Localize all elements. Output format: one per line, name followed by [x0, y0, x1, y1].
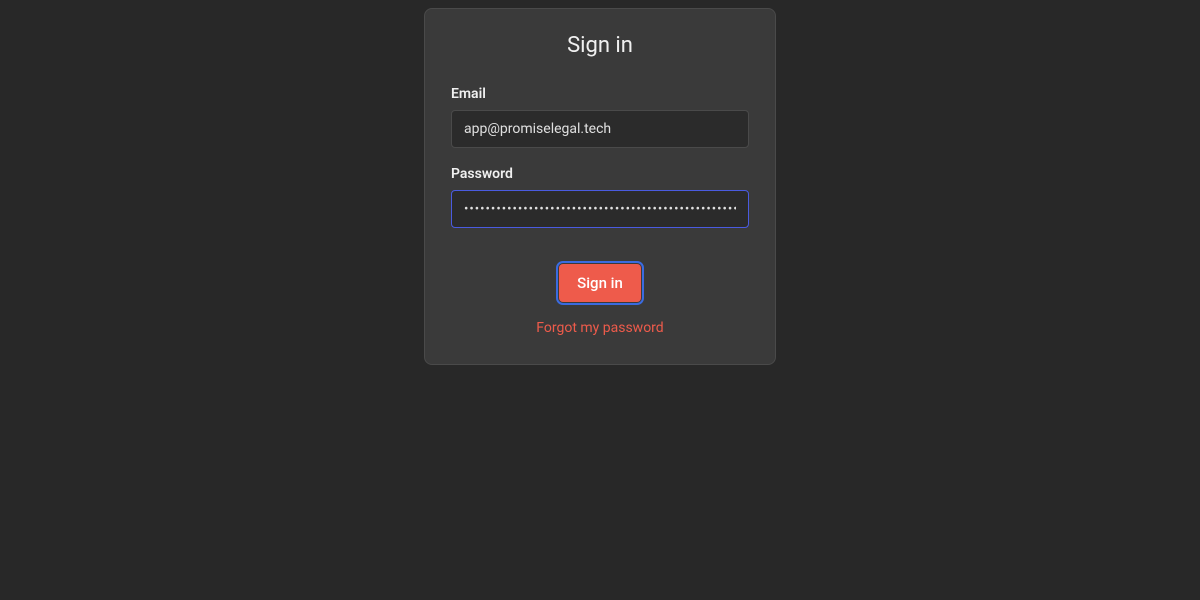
email-input[interactable] — [451, 110, 749, 148]
email-field-group: Email — [451, 86, 749, 148]
signin-button[interactable]: Sign in — [559, 264, 641, 302]
password-label: Password — [451, 166, 749, 182]
signin-card: Sign in Email Password Sign in Forgot my… — [424, 8, 776, 365]
actions-area: Sign in Forgot my password — [451, 264, 749, 336]
email-label: Email — [451, 86, 749, 102]
password-field-group: Password — [451, 166, 749, 228]
card-title: Sign in — [451, 33, 749, 58]
password-input[interactable] — [451, 190, 749, 228]
forgot-password-link[interactable]: Forgot my password — [451, 320, 749, 336]
